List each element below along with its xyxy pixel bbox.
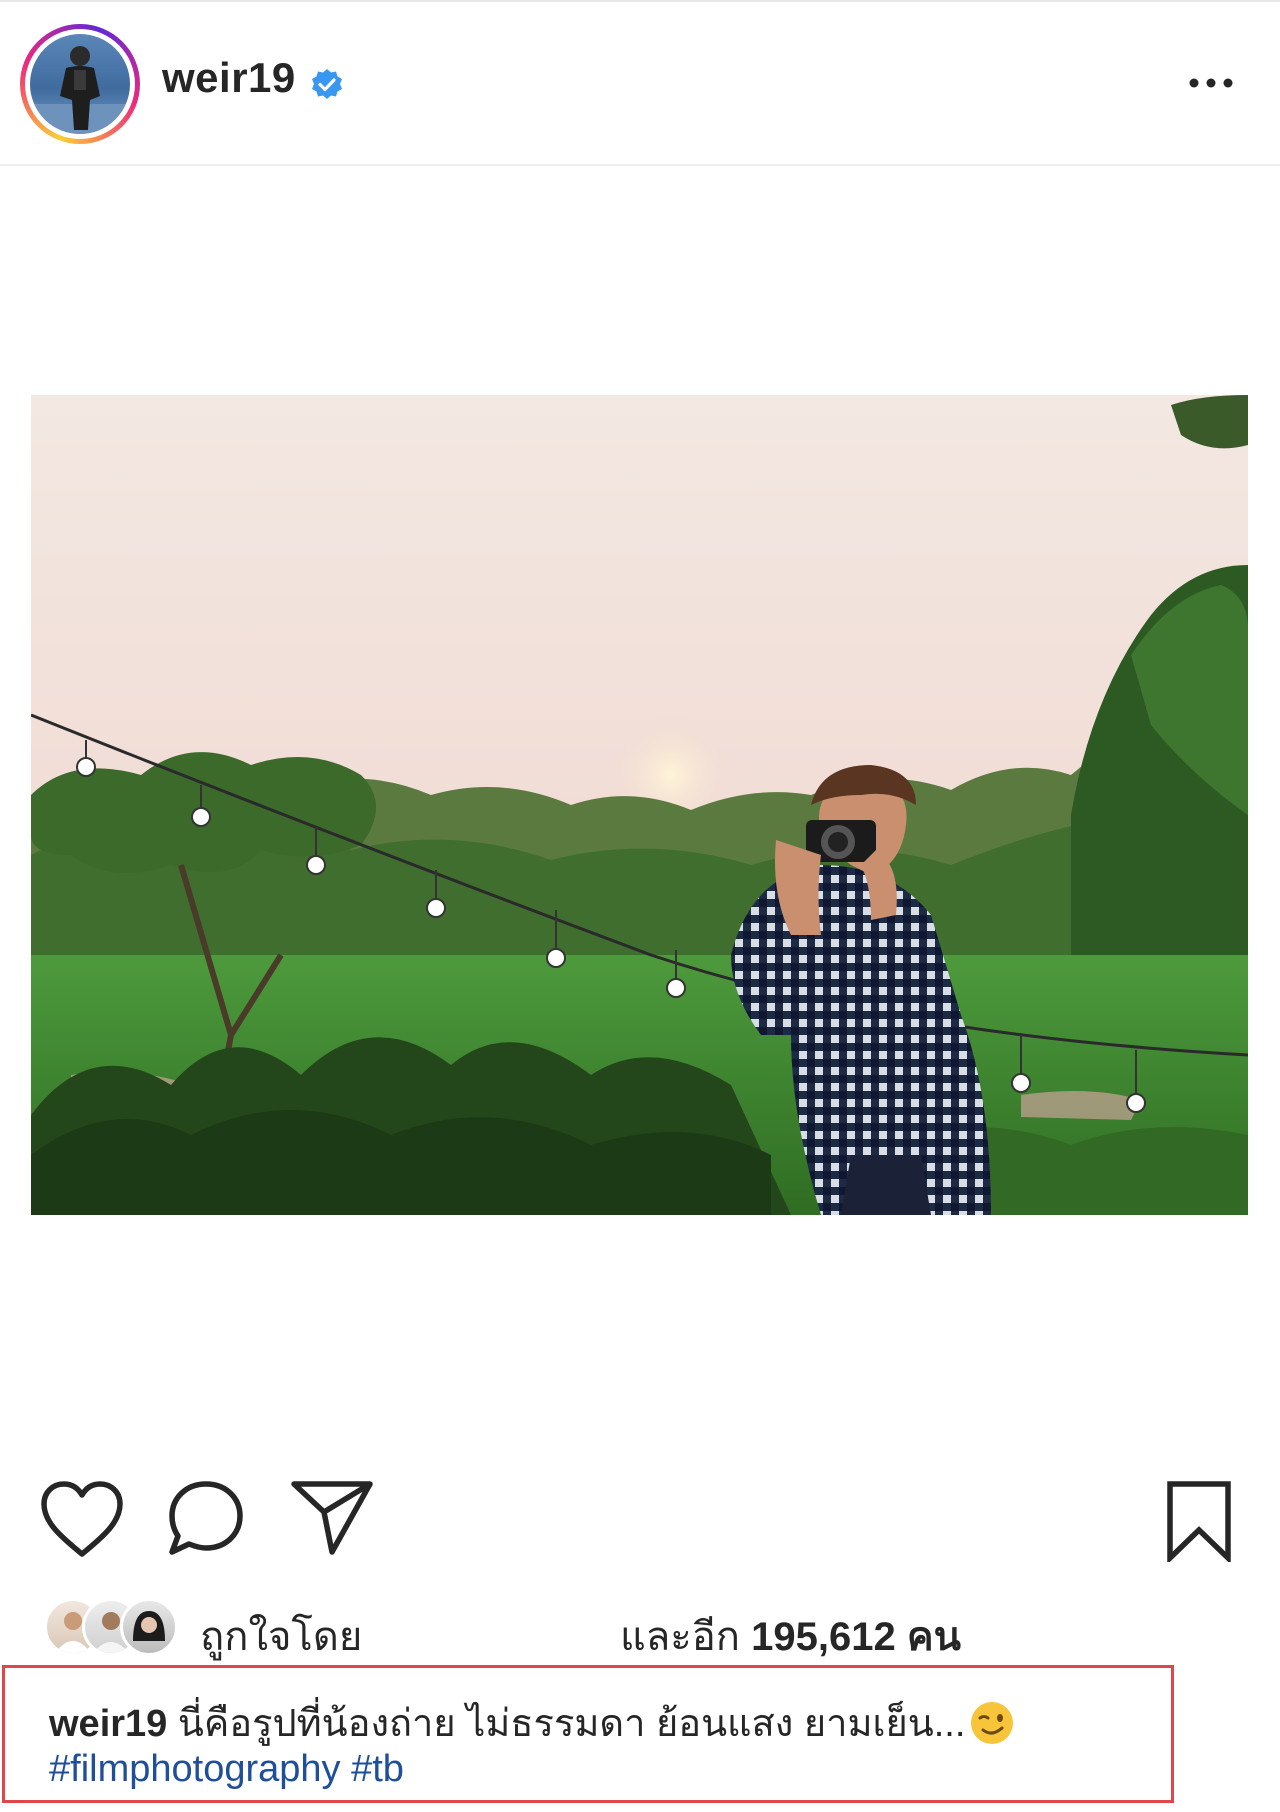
likes-count[interactable]: และอีก 195,612 คน — [620, 1604, 961, 1668]
photo-scene — [31, 395, 1248, 1215]
profile-avatar[interactable] — [20, 24, 140, 144]
likes-summary[interactable]: ถูกใจโดย และอีก 195,612 คน — [44, 1590, 1244, 1660]
hashtag-link[interactable]: #tb — [351, 1748, 404, 1790]
more-options-icon[interactable] — [1186, 68, 1236, 98]
liker-avatar-figure — [133, 1611, 165, 1641]
paper-plane-icon[interactable] — [290, 1478, 374, 1556]
post-username[interactable]: weir19 — [162, 54, 296, 102]
liker-avatar — [120, 1598, 178, 1656]
caption-hashtags: #filmphotography #tb — [49, 1748, 404, 1791]
bookmark-icon[interactable] — [1164, 1480, 1234, 1562]
winking-face-icon — [971, 1702, 1014, 1744]
caption-highlight: weir19 นี่คือรูปที่น้องถ่าย ไม่ธรรมดา ย้… — [2, 1665, 1174, 1803]
caption-body: นี่คือรูปที่น้องถ่าย ไม่ธรรมดา ย้อนแสง ย… — [167, 1703, 966, 1745]
post-photo[interactable] — [31, 395, 1248, 1215]
verified-badge-icon — [312, 69, 342, 99]
hashtag-link[interactable]: #filmphotography — [49, 1748, 341, 1790]
heart-icon[interactable] — [40, 1480, 124, 1560]
avatar-image — [30, 34, 130, 134]
likes-suffix: และอีก — [620, 1615, 741, 1659]
caption-username[interactable]: weir19 — [49, 1703, 167, 1745]
post-header: weir19 — [0, 2, 1280, 166]
avatar-figure — [30, 46, 130, 134]
likes-prefix: ถูกใจโดย — [200, 1615, 363, 1659]
comment-bubble-icon[interactable] — [166, 1478, 246, 1560]
likes-number: 195,612 — [751, 1615, 896, 1659]
caption-text-line: weir19 นี่คือรูปที่น้องถ่าย ไม่ธรรมดา ย้… — [49, 1692, 1015, 1753]
likes-unit: คน — [906, 1615, 961, 1659]
